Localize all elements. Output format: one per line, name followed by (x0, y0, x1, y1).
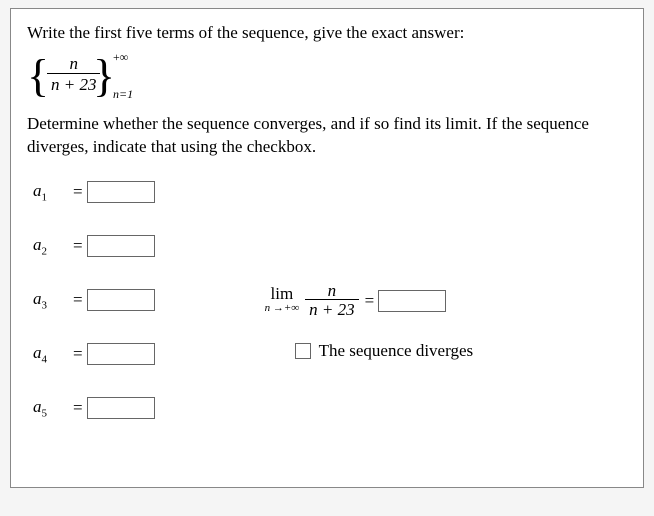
term-row: a4 = (33, 341, 155, 367)
limit-frac-num: n (305, 283, 358, 299)
a2-input[interactable] (87, 235, 155, 257)
instructions-text: Determine whether the sequence converges… (27, 113, 627, 159)
limit-row: lim n →+∞ n n + 23 = (265, 283, 474, 319)
term-row: a1 = (33, 179, 155, 205)
lim-subscript: n →+∞ (265, 301, 300, 315)
term-row: a2 = (33, 233, 155, 259)
equals-sign: = (73, 344, 83, 364)
term-label-a5: a5 (33, 397, 71, 419)
limit-operator: lim n →+∞ (265, 287, 300, 315)
equals-sign: = (365, 291, 375, 311)
equals-sign: = (73, 182, 83, 202)
term-row: a5 = (33, 395, 155, 421)
terms-column: a1 = a2 = a3 = a4 = a5 = (33, 179, 155, 421)
answer-area: a1 = a2 = a3 = a4 = a5 = (27, 179, 627, 421)
lim-text: lim (271, 287, 294, 301)
term-label-a2: a2 (33, 235, 71, 257)
limit-input[interactable] (378, 290, 446, 312)
limit-column: lim n →+∞ n n + 23 = The sequence diverg… (265, 283, 474, 361)
problem-container: Write the first five terms of the sequen… (10, 8, 644, 488)
limit-fraction: n n + 23 (305, 283, 358, 319)
prompt-text: Write the first five terms of the sequen… (27, 23, 627, 43)
term-label-a4: a4 (33, 343, 71, 365)
term-label-a3: a3 (33, 289, 71, 311)
term-label-a1: a1 (33, 181, 71, 203)
diverge-label: The sequence diverges (319, 341, 474, 361)
a3-input[interactable] (87, 289, 155, 311)
term-row: a3 = (33, 287, 155, 313)
brace-left: { (27, 53, 49, 99)
equals-sign: = (73, 236, 83, 256)
diverge-row: The sequence diverges (295, 341, 474, 361)
a5-input[interactable] (87, 397, 155, 419)
sequence-lower-bound: n=1 (113, 87, 133, 102)
diverge-checkbox[interactable] (295, 343, 311, 359)
equals-sign: = (73, 398, 83, 418)
sequence-upper-bound: +∞ (113, 50, 128, 65)
a1-input[interactable] (87, 181, 155, 203)
equals-sign: = (73, 290, 83, 310)
sequence-definition: { n n + 23 } +∞ n=1 (27, 49, 627, 105)
a4-input[interactable] (87, 343, 155, 365)
limit-frac-den: n + 23 (305, 299, 358, 319)
brace-right: } (93, 53, 115, 99)
